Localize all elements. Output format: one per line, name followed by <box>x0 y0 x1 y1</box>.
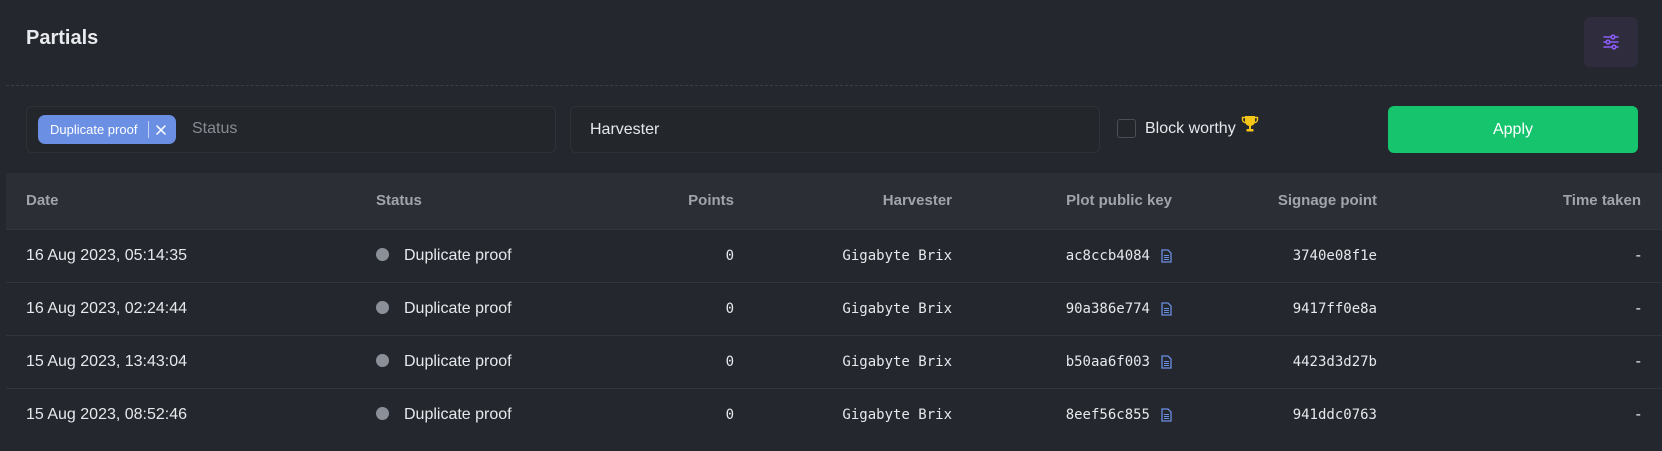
cell-status: Duplicate proof <box>376 229 606 282</box>
cell-plot-key: b50aa6f003 <box>952 335 1172 388</box>
cell-time-taken: - <box>1635 246 1641 264</box>
cell-harvester: Gigabyte Brix <box>842 247 952 264</box>
partials-card: Partials Duplicate proof Status Harveste… <box>6 0 1662 451</box>
status-text: Duplicate proof <box>404 299 512 317</box>
chip-remove-icon[interactable] <box>156 124 167 135</box>
block-worthy-filter: Block worthy <box>1117 115 1259 138</box>
cell-plot-key: ac8ccb4084 <box>952 229 1172 282</box>
card-header: Partials <box>6 0 1662 86</box>
table-row: 15 Aug 2023, 08:52:46 Duplicate proof 0 … <box>6 388 1662 441</box>
cell-status: Duplicate proof <box>376 335 606 388</box>
cell-status: Duplicate proof <box>376 388 606 441</box>
plot-key-text: 90a386e774 <box>1065 300 1150 317</box>
page-title: Partials <box>26 27 99 49</box>
cell-points: 0 <box>725 247 734 264</box>
cell-time-taken: - <box>1635 405 1641 423</box>
cell-date: 16 Aug 2023, 02:24:44 <box>26 299 188 317</box>
cell-date: 15 Aug 2023, 13:43:04 <box>26 352 188 370</box>
trophy-icon <box>1241 115 1259 138</box>
cell-harvester: Gigabyte Brix <box>842 406 952 423</box>
table-row: 16 Aug 2023, 02:24:44 Duplicate proof 0 … <box>6 282 1662 335</box>
status-text: Duplicate proof <box>404 352 512 370</box>
table-row: 15 Aug 2023, 13:43:04 Duplicate proof 0 … <box>6 335 1662 388</box>
status-text: Duplicate proof <box>404 405 512 423</box>
filter-bar: Duplicate proof Status Block worthy <box>6 86 1662 173</box>
cell-plot-key: 8eef56c855 <box>952 388 1172 441</box>
col-header-points[interactable]: Points <box>606 173 734 229</box>
cell-date: 16 Aug 2023, 05:14:35 <box>26 246 188 264</box>
cell-signage-point: 941ddc0763 <box>1292 406 1377 423</box>
document-icon[interactable] <box>1161 354 1172 369</box>
document-icon[interactable] <box>1161 408 1172 422</box>
cell-time-taken: - <box>1635 352 1641 370</box>
status-select[interactable]: Duplicate proof Status <box>26 106 556 153</box>
cell-date: 15 Aug 2023, 08:52:46 <box>26 405 188 423</box>
col-header-harvester[interactable]: Harvester <box>734 173 952 229</box>
cell-points: 0 <box>725 406 734 423</box>
status-dot <box>376 406 389 420</box>
status-placeholder: Status <box>192 120 238 137</box>
col-header-status[interactable]: Status <box>376 173 606 229</box>
document-icon[interactable] <box>1161 301 1172 316</box>
cell-signage-point: 9417ff0e8a <box>1292 300 1377 317</box>
status-chip: Duplicate proof <box>38 115 177 144</box>
cell-status: Duplicate proof <box>376 282 606 335</box>
col-header-date[interactable]: Date <box>6 173 376 229</box>
status-dot <box>376 247 389 261</box>
cell-signage-point: 3740e08f1e <box>1292 247 1377 264</box>
cell-points: 0 <box>725 300 734 317</box>
filter-toggle-button[interactable] <box>1584 17 1638 67</box>
cell-harvester: Gigabyte Brix <box>842 300 952 317</box>
col-header-signage-point[interactable]: Signage point <box>1172 173 1377 229</box>
status-dot <box>376 353 389 367</box>
table-header-row: Date Status Points Harvester Plot public… <box>6 173 1662 229</box>
partials-table: Date Status Points Harvester Plot public… <box>6 173 1662 441</box>
document-icon[interactable] <box>1161 248 1172 263</box>
chip-divider <box>148 121 150 138</box>
harvester-input[interactable] <box>570 106 1100 153</box>
cell-plot-key: 90a386e774 <box>952 282 1172 335</box>
status-dot <box>376 300 389 314</box>
table-row: 16 Aug 2023, 05:14:35 Duplicate proof 0 … <box>6 229 1662 282</box>
plot-key-text: ac8ccb4084 <box>1065 247 1150 264</box>
status-text: Duplicate proof <box>404 246 512 264</box>
status-chip-label: Duplicate proof <box>50 122 138 137</box>
cell-time-taken: - <box>1635 299 1641 317</box>
cell-signage-point: 4423d3d27b <box>1292 353 1377 370</box>
col-header-time-taken[interactable]: Time taken <box>1377 173 1662 229</box>
cell-harvester: Gigabyte Brix <box>842 353 952 370</box>
plot-key-text: 8eef56c855 <box>1065 406 1150 423</box>
plot-key-text: b50aa6f003 <box>1065 353 1150 370</box>
apply-button[interactable]: Apply <box>1388 106 1638 153</box>
sliders-icon <box>1603 34 1619 50</box>
block-worthy-checkbox[interactable] <box>1117 119 1136 138</box>
block-worthy-label: Block worthy <box>1145 119 1236 137</box>
col-header-plot-public-key[interactable]: Plot public key <box>952 173 1172 229</box>
cell-points: 0 <box>725 353 734 370</box>
